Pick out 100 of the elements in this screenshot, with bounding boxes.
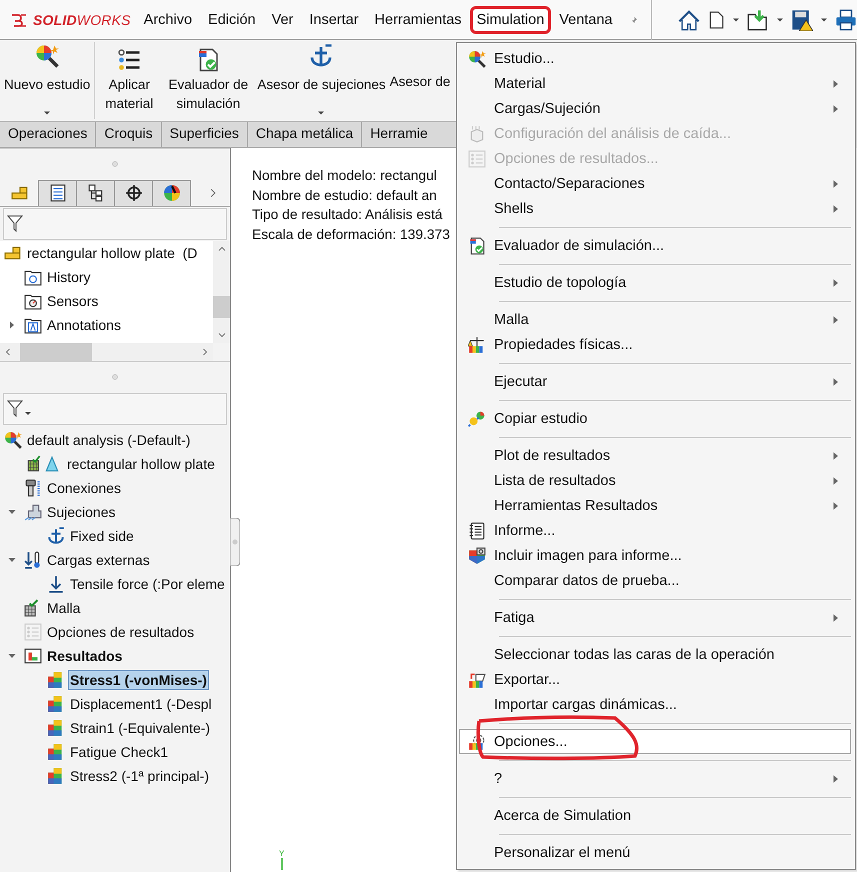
magnifier-icon [4, 431, 22, 449]
menu-item[interactable]: Contacto/Separaciones [459, 171, 851, 196]
collapse-arrow-icon[interactable] [8, 508, 16, 516]
tree-item[interactable]: Resultados [45, 646, 124, 666]
anchor-icon [47, 527, 65, 545]
magnifier-icon [468, 50, 486, 68]
cube-icon [468, 124, 486, 142]
collapse-arrow-icon[interactable] [8, 652, 16, 660]
menu-item[interactable]: Shells [459, 196, 851, 221]
ribbon-button[interactable]: Aplicar material [97, 46, 162, 113]
collapse-arrow-icon[interactable] [8, 556, 16, 564]
tree-item[interactable]: Cargas externas [45, 550, 152, 570]
menu-item[interactable]: Fatiga [459, 605, 851, 630]
scroll-thumb[interactable] [20, 343, 92, 361]
tree-item[interactable]: Sensors [45, 291, 100, 311]
tree-item[interactable]: Stress1 (-vonMises-) [68, 670, 209, 690]
crosshair-icon [124, 184, 142, 202]
menu-item[interactable]: Estudio de topología [459, 270, 851, 295]
tree-item[interactable]: Tensile force (:Por eleme [68, 574, 227, 594]
open-folder-icon[interactable] [747, 8, 769, 30]
filter-field[interactable] [3, 393, 227, 425]
caret-icon[interactable] [732, 16, 740, 24]
tree-item[interactable]: rectangular hollow plate (D [25, 243, 200, 263]
menu-item[interactable]: ? [459, 766, 851, 791]
arrow-thermometer-icon [24, 551, 42, 569]
tree-item[interactable]: Malla [45, 598, 82, 618]
menu-item[interactable]: Herramientas Resultados [459, 493, 851, 518]
menu-item[interactable]: Acerca de Simulation [459, 803, 851, 828]
menu-item[interactable]: Malla [459, 307, 851, 332]
tab[interactable]: Chapa metálica [248, 122, 362, 147]
tree-item[interactable]: Sujeciones [45, 502, 118, 522]
axis-line-icon [280, 858, 284, 870]
tab[interactable]: Superficies [162, 122, 248, 147]
caret-icon[interactable] [776, 16, 784, 24]
down-arrow-icon [47, 575, 65, 593]
menu-item[interactable]: Archivo [136, 6, 200, 34]
menu-item[interactable]: Evaluador de simulación... [459, 233, 851, 258]
tree-item[interactable]: Fixed side [68, 526, 136, 546]
panel-tab[interactable] [38, 180, 77, 206]
menu-item[interactable]: Insertar [302, 6, 366, 34]
ribbon-button[interactable]: Evaluador de simulación [161, 46, 256, 113]
logo-text: SOLIDWORKS [33, 12, 131, 28]
tree-item[interactable]: Opciones de resultados [45, 622, 196, 642]
menu-item[interactable]: Informe... [459, 518, 851, 543]
document-check-icon [196, 48, 220, 72]
menu-item[interactable]: Estudio... [459, 46, 851, 71]
print-icon[interactable] [835, 8, 857, 30]
ribbon-button[interactable]: Asesor de sujeciones [255, 46, 388, 117]
scrollbar[interactable] [213, 241, 230, 343]
expand-arrow-icon[interactable] [8, 321, 16, 329]
menu-item[interactable]: Lista de resultados [459, 468, 851, 493]
menu-item[interactable]: Comparar datos de prueba... [459, 568, 851, 593]
panel-tab[interactable] [114, 180, 153, 206]
folder-icon [24, 268, 42, 286]
menu-item[interactable]: Seleccionar todas las caras de la operación [459, 642, 851, 667]
menu-item[interactable]: Importar cargas dinámicas... [459, 692, 851, 717]
home-icon[interactable] [678, 8, 700, 30]
grip-icon [111, 160, 119, 168]
tab[interactable]: Operaciones [0, 122, 96, 147]
tree-item[interactable]: Strain1 (-Equivalente-) [68, 718, 212, 738]
configuration-icon [86, 184, 104, 202]
tree-item[interactable]: Displacement1 (-Despl [68, 694, 214, 714]
menu-item[interactable]: Ejecutar [459, 369, 851, 394]
tree-item[interactable]: Conexiones [45, 478, 123, 498]
menu-item[interactable]: Exportar... [459, 667, 851, 692]
tree-item[interactable]: default analysis (-Default-) [25, 430, 192, 450]
menu-item[interactable]: Opciones... [459, 729, 851, 754]
menu-item[interactable]: Ver [264, 6, 300, 34]
menu-item[interactable]: Propiedades físicas... [459, 332, 851, 357]
menu-item[interactable]: Cargas/Sujeción [459, 96, 851, 121]
tree-item[interactable]: Stress2 (-1ª principal-) [68, 766, 211, 786]
panel-collapse-handle-icon[interactable] [230, 518, 240, 566]
menu-item[interactable]: Simulation [470, 6, 550, 32]
gear-icon [468, 732, 486, 750]
tree-item[interactable]: Annotations [45, 315, 123, 335]
menu-item[interactable]: Plot de resultados [459, 443, 851, 468]
ribbon-button[interactable]: Nuevo estudio [2, 46, 92, 117]
menu-item[interactable]: Material [459, 71, 851, 96]
menu-item[interactable]: Copiar estudio [459, 406, 851, 431]
menu-item[interactable]: Incluir imagen para informe... [459, 543, 851, 568]
panel-tab[interactable] [76, 180, 115, 206]
scroll-thumb[interactable] [213, 296, 230, 318]
tree-item[interactable]: History [45, 267, 93, 287]
menu-item[interactable]: Herramientas [368, 6, 469, 34]
new-document-icon[interactable] [707, 8, 725, 30]
part-icon [4, 244, 22, 262]
tree-item[interactable]: rectangular hollow plate [65, 454, 217, 474]
filter-icon [7, 214, 23, 234]
tree-item[interactable]: Fatigue Check1 [68, 742, 170, 762]
tab[interactable]: Croquis [96, 122, 162, 147]
folder-icon [24, 316, 42, 334]
tab[interactable]: Herramie [362, 122, 428, 147]
ribbon-button[interactable]: Asesor de [388, 46, 452, 91]
menu-item[interactable]: Ventana [552, 6, 620, 34]
caret-icon[interactable] [820, 16, 828, 24]
filter-field[interactable] [3, 208, 227, 240]
menu-item[interactable]: Personalizar el menú [459, 840, 851, 865]
save-warning-icon[interactable] [791, 8, 813, 30]
menu-item[interactable]: Edición [201, 6, 263, 34]
info-text: Tipo de resultado: Análisis está [252, 206, 442, 224]
